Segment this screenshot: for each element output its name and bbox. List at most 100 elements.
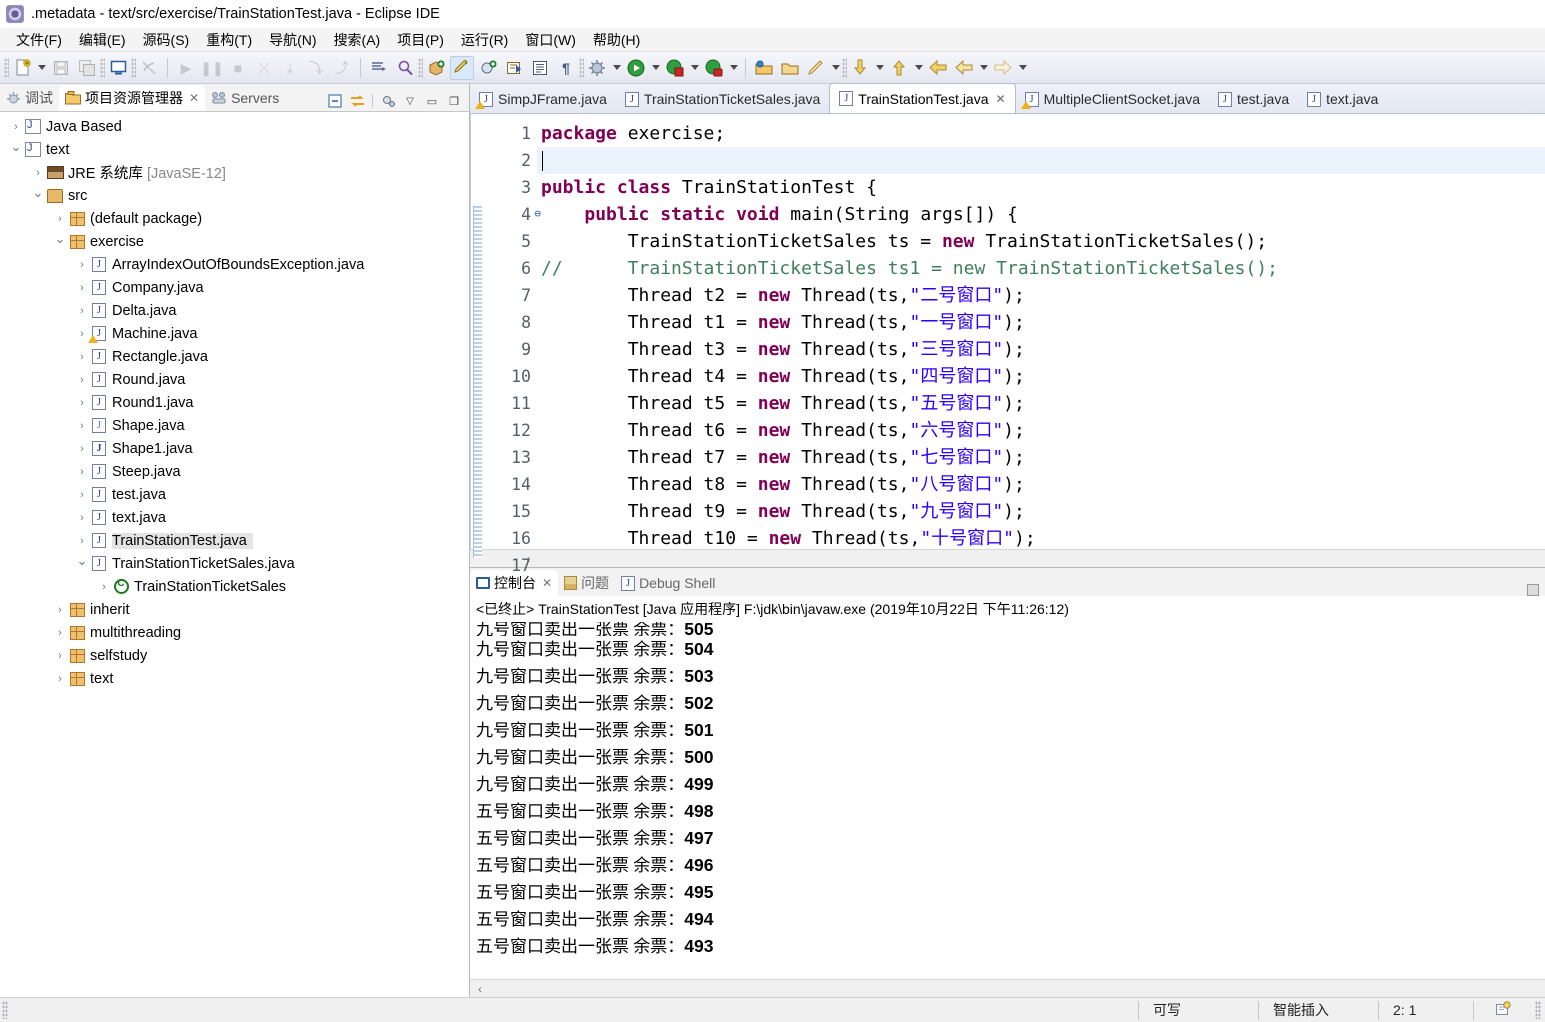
- search-icon[interactable]: [393, 56, 417, 80]
- new-class-icon[interactable]: [476, 56, 500, 80]
- new-dropdown-arrow[interactable]: [35, 56, 48, 80]
- new-java-console-icon[interactable]: [106, 56, 130, 80]
- skip-breakpoints-icon[interactable]: [450, 55, 474, 80]
- coverage-icon[interactable]: [663, 56, 687, 80]
- open-folder-icon[interactable]: [778, 56, 802, 80]
- new-package-icon[interactable]: [424, 56, 448, 80]
- tab-servers[interactable]: Servers: [205, 85, 285, 111]
- tab-debug-shell[interactable]: J Debug Shell: [615, 570, 721, 596]
- debug-dropdown-arrow[interactable]: [610, 56, 623, 80]
- tree-item[interactable]: › J Steep.java: [0, 460, 469, 483]
- tree-item[interactable]: › TrainStationTicketSales: [0, 575, 469, 598]
- annotation-dropdown-arrow[interactable]: [829, 56, 842, 80]
- menu-source[interactable]: 源码(S): [135, 28, 199, 52]
- next-annotation-icon[interactable]: [848, 56, 872, 80]
- run-as-server-icon[interactable]: [702, 56, 726, 80]
- chevron-right-icon[interactable]: ›: [74, 437, 90, 460]
- editor-marker-column[interactable]: [471, 114, 489, 558]
- chevron-right-icon[interactable]: ›: [74, 391, 90, 414]
- maximize-icon[interactable]: ❐: [444, 91, 464, 111]
- chevron-right-icon[interactable]: ›: [52, 207, 68, 230]
- new-annotation-icon[interactable]: [804, 56, 828, 80]
- tree-item[interactable]: › J Machine.java: [0, 322, 469, 345]
- new-file-icon[interactable]: [10, 56, 34, 80]
- chevron-right-icon[interactable]: ›: [52, 644, 68, 667]
- close-icon[interactable]: ✕: [189, 91, 199, 105]
- open-type-icon[interactable]: [367, 56, 391, 80]
- chevron-right-icon[interactable]: ›: [52, 598, 68, 621]
- editor-tab-test[interactable]: J test.java: [1209, 85, 1298, 113]
- run-dropdown-arrow[interactable]: [649, 56, 662, 80]
- external-tools-icon[interactable]: [502, 56, 526, 80]
- tree-item[interactable]: ⌄ J TrainStationTicketSales.java: [0, 552, 469, 575]
- tree-item[interactable]: ⌄ exercise: [0, 230, 469, 253]
- console-maximize-icon[interactable]: [1527, 584, 1539, 596]
- code-editor[interactable]: 1 2 3 4 ⊖ 5 6 7 8 9 10 11 12 13 14 15 16 17 package exerc…: [470, 114, 1545, 575]
- editor-horizontal-scrollbar[interactable]: ‹: [470, 549, 1545, 567]
- tab-project-explorer[interactable]: 项目资源管理器 ✕: [59, 85, 206, 111]
- tree-item[interactable]: › (default package): [0, 207, 469, 230]
- menu-refactor[interactable]: 重构(T): [198, 28, 261, 52]
- server-dropdown-arrow[interactable]: [727, 56, 740, 80]
- chevron-right-icon[interactable]: ›: [74, 299, 90, 322]
- step-over-icon[interactable]: ⤵: [304, 56, 328, 80]
- chevron-right-icon[interactable]: ›: [8, 115, 24, 138]
- editor-tab-trainstationtest[interactable]: J TrainStationTest.java ✕: [829, 83, 1016, 113]
- chevron-right-icon[interactable]: ›: [52, 667, 68, 690]
- menu-search[interactable]: 搜索(A): [326, 28, 390, 52]
- chevron-right-icon[interactable]: ›: [74, 460, 90, 483]
- chevron-down-icon[interactable]: ⌄: [52, 230, 68, 253]
- console-output[interactable]: 九号窗口卖出一张票 余票：505 九号窗口卖出一张票 余票：504 九号窗口卖出一张…: [470, 622, 1545, 979]
- tree-item[interactable]: › J Delta.java: [0, 299, 469, 322]
- chevron-right-icon[interactable]: ›: [74, 483, 90, 506]
- chevron-down-icon[interactable]: ⌄: [74, 552, 90, 575]
- menu-navigate[interactable]: 导航(N): [261, 28, 325, 52]
- save-all-icon[interactable]: [75, 56, 99, 80]
- show-whitespace-icon[interactable]: ¶: [554, 56, 578, 80]
- tree-item[interactable]: ⌄ text: [0, 138, 469, 161]
- debug-icon[interactable]: [585, 56, 609, 80]
- step-return-icon[interactable]: ⤴: [330, 56, 354, 80]
- run-icon[interactable]: [624, 56, 648, 80]
- project-tree[interactable]: ›Java Based⌄text›JRE 系统库 [JavaSE-12]⌄src…: [0, 112, 469, 997]
- back-dropdown-arrow[interactable]: [977, 56, 990, 80]
- previous-annotation-icon[interactable]: [887, 56, 911, 80]
- tree-item[interactable]: › J Shape1.java: [0, 437, 469, 460]
- chevron-right-icon[interactable]: ›: [52, 621, 68, 644]
- coverage-dropdown-arrow[interactable]: [688, 56, 701, 80]
- code-text-area[interactable]: package exercise; public class TrainStati…: [537, 114, 1545, 549]
- menu-file[interactable]: 文件(F): [8, 28, 71, 52]
- back-icon[interactable]: [926, 56, 950, 80]
- toggle-mark-occurrences-icon[interactable]: [528, 56, 552, 80]
- chevron-right-icon[interactable]: ›: [74, 253, 90, 276]
- tab-debug[interactable]: 调试: [0, 85, 59, 111]
- collapse-all-icon[interactable]: [325, 91, 345, 111]
- resume-icon[interactable]: ▶: [174, 56, 198, 80]
- tree-item[interactable]: › J Round1.java: [0, 391, 469, 414]
- chevron-right-icon[interactable]: ›: [74, 414, 90, 437]
- suspend-icon[interactable]: ❚❚: [200, 56, 224, 80]
- tree-item[interactable]: › J Shape.java: [0, 414, 469, 437]
- editor-tab-multipleclientsocket[interactable]: J MultipleClientSocket.java: [1016, 85, 1209, 113]
- tree-item[interactable]: › J Round.java: [0, 368, 469, 391]
- next-annotation-dropdown-arrow[interactable]: [873, 56, 886, 80]
- new-folder-icon[interactable]: [752, 56, 776, 80]
- menu-help[interactable]: 帮助(H): [585, 28, 649, 52]
- step-into-icon[interactable]: ⤓: [278, 56, 302, 80]
- close-icon[interactable]: ✕: [996, 92, 1006, 106]
- disconnect-icon[interactable]: ⤬: [252, 56, 276, 80]
- close-icon[interactable]: ✕: [542, 576, 552, 590]
- chevron-right-icon[interactable]: ›: [74, 276, 90, 299]
- menu-run[interactable]: 运行(R): [453, 28, 517, 52]
- tree-item[interactable]: › JRE 系统库 [JavaSE-12]: [0, 161, 469, 184]
- tree-item[interactable]: ⌄ src: [0, 184, 469, 207]
- chevron-right-icon[interactable]: ›: [74, 529, 90, 552]
- minimize-icon[interactable]: ▭: [422, 91, 442, 111]
- chevron-right-icon[interactable]: ›: [74, 506, 90, 529]
- tree-item[interactable]: › Jtext.java: [0, 506, 469, 529]
- chevron-right-icon[interactable]: ›: [96, 575, 112, 598]
- tree-item[interactable]: › J Rectangle.java: [0, 345, 469, 368]
- tree-item[interactable]: › multithreading: [0, 621, 469, 644]
- toggle-link-icon[interactable]: [137, 56, 161, 80]
- editor-tab-trainstationticketsales[interactable]: J TrainStationTicketSales.java: [616, 85, 829, 113]
